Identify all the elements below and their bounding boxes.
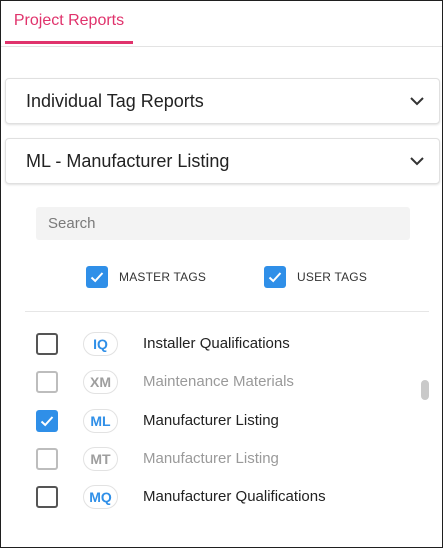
check-icon <box>40 416 54 427</box>
item-checkbox[interactable] <box>36 486 58 508</box>
item-name: Manufacturer Listing <box>143 450 279 467</box>
list-item[interactable]: ML Manufacturer Listing <box>1 402 421 440</box>
tag-code-badge: MT <box>83 447 118 471</box>
filter-label: USER TAGS <box>297 270 368 284</box>
item-name: Manufacturer Qualifications <box>143 488 326 505</box>
list-item[interactable]: MQ Manufacturer Qualifications <box>1 478 421 516</box>
divider <box>25 311 429 312</box>
tag-code-badge: XM <box>83 370 118 394</box>
item-checkbox[interactable] <box>36 448 58 470</box>
tag-code-badge: MQ <box>83 485 118 509</box>
item-name: Installer Qualifications <box>143 335 290 352</box>
search-input[interactable] <box>36 207 410 240</box>
filter-label: MASTER TAGS <box>119 270 207 284</box>
scrollbar-thumb[interactable] <box>421 380 429 400</box>
chevron-down-icon[interactable] <box>409 93 425 109</box>
filter-user-tags[interactable]: USER TAGS <box>264 265 367 289</box>
item-checkbox[interactable] <box>36 371 58 393</box>
item-checkbox[interactable] <box>36 410 58 432</box>
check-icon <box>90 272 104 283</box>
accordion-individual-tag-reports[interactable]: Individual Tag Reports <box>5 78 440 124</box>
accordion-title: Individual Tag Reports <box>26 90 204 111</box>
accordion-manufacturer-listing[interactable]: ML - Manufacturer Listing <box>5 138 440 184</box>
filter-master-tags[interactable]: MASTER TAGS <box>86 265 206 289</box>
list-item[interactable]: IQ Installer Qualifications <box>1 325 421 363</box>
list-item[interactable]: MT Manufacturer Listing <box>1 440 421 478</box>
tab-project-reports[interactable]: Project Reports <box>5 1 133 44</box>
tab-bar: Project Reports <box>1 1 442 47</box>
tag-code-badge: IQ <box>83 332 118 356</box>
checkbox-checked[interactable] <box>264 266 286 288</box>
item-name: Maintenance Materials <box>143 373 294 390</box>
check-icon <box>268 272 282 283</box>
item-checkbox[interactable] <box>36 333 58 355</box>
item-name: Manufacturer Listing <box>143 412 279 429</box>
chevron-down-icon[interactable] <box>409 153 425 169</box>
checkbox-checked[interactable] <box>86 266 108 288</box>
list-item[interactable]: XM Maintenance Materials <box>1 363 421 401</box>
report-panel: Project Reports Individual Tag Reports M… <box>0 0 443 548</box>
tag-code-badge: ML <box>83 409 118 433</box>
accordion-title: ML - Manufacturer Listing <box>26 150 230 171</box>
